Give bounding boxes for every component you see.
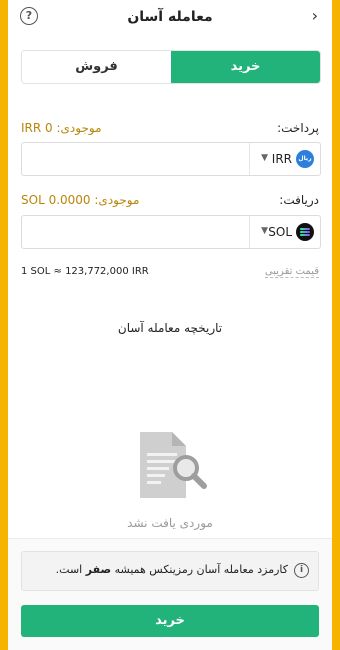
pay-label-row: پرداخت: موجودی: IRR 0 (21, 121, 319, 137)
fee-notice-bold: صفر (85, 563, 112, 576)
irr-coin-icon: ریال (296, 150, 314, 168)
chevron-down-icon: ▼ (261, 153, 268, 163)
rate-row: 1 SOL ≈ 123,772,000 IRR قیمت تقریبی (21, 266, 319, 282)
fee-notice-pre: کارمزد معامله آسان رمزینکس همیشه (114, 563, 288, 576)
receive-label-row: دریافت: موجودی: SOL 0.0000 (21, 193, 319, 209)
bottom-panel: i کارمزد معامله آسان رمزینکس همیشه صفر ا… (8, 538, 332, 650)
fee-notice-post: است. (55, 563, 83, 576)
info-icon: i (294, 563, 309, 578)
pay-currency-select[interactable]: ریال IRR ▼ (249, 143, 320, 175)
pay-balance[interactable]: موجودی: IRR 0 (21, 121, 102, 135)
document-search-icon (134, 428, 210, 504)
empty-state-text: موردی یافت نشد (127, 516, 213, 530)
sol-coin-icon (296, 223, 314, 241)
fee-notice: i کارمزد معامله آسان رمزینکس همیشه صفر ا… (21, 551, 319, 591)
trade-type-tabs: فروش خرید (21, 50, 321, 84)
page-title: معامله آسان (127, 9, 213, 25)
tab-sell[interactable]: فروش (22, 51, 171, 83)
exchange-rate: 1 SOL ≈ 123,772,000 IRR (21, 266, 149, 277)
pay-currency-code: IRR (271, 152, 292, 166)
receive-currency-code: SOL (268, 225, 292, 239)
fee-notice-text: کارمزد معامله آسان رمزینکس همیشه صفر است… (56, 563, 288, 576)
chevron-down-icon: ▼ (261, 226, 268, 236)
chevron-right-icon[interactable]: › (312, 6, 318, 25)
pay-amount-field[interactable]: ریال IRR ▼ (21, 142, 321, 176)
easy-trade-screen: ? معامله آسان › فروش خرید پرداخت: موجودی… (8, 0, 332, 650)
receive-currency-select[interactable]: SOL ▼ (249, 216, 320, 248)
receive-amount-field[interactable]: SOL ▼ (21, 215, 321, 249)
receive-label: دریافت: (279, 193, 319, 207)
buy-button[interactable]: خرید (21, 605, 319, 637)
pay-label: پرداخت: (277, 121, 319, 135)
header: ? معامله آسان › (8, 0, 332, 36)
receive-balance[interactable]: موجودی: SOL 0.0000 (21, 193, 139, 207)
tab-buy[interactable]: خرید (171, 51, 320, 83)
approx-price-label: قیمت تقریبی (264, 266, 319, 278)
history-title: تاریخچه معامله آسان (117, 321, 223, 335)
